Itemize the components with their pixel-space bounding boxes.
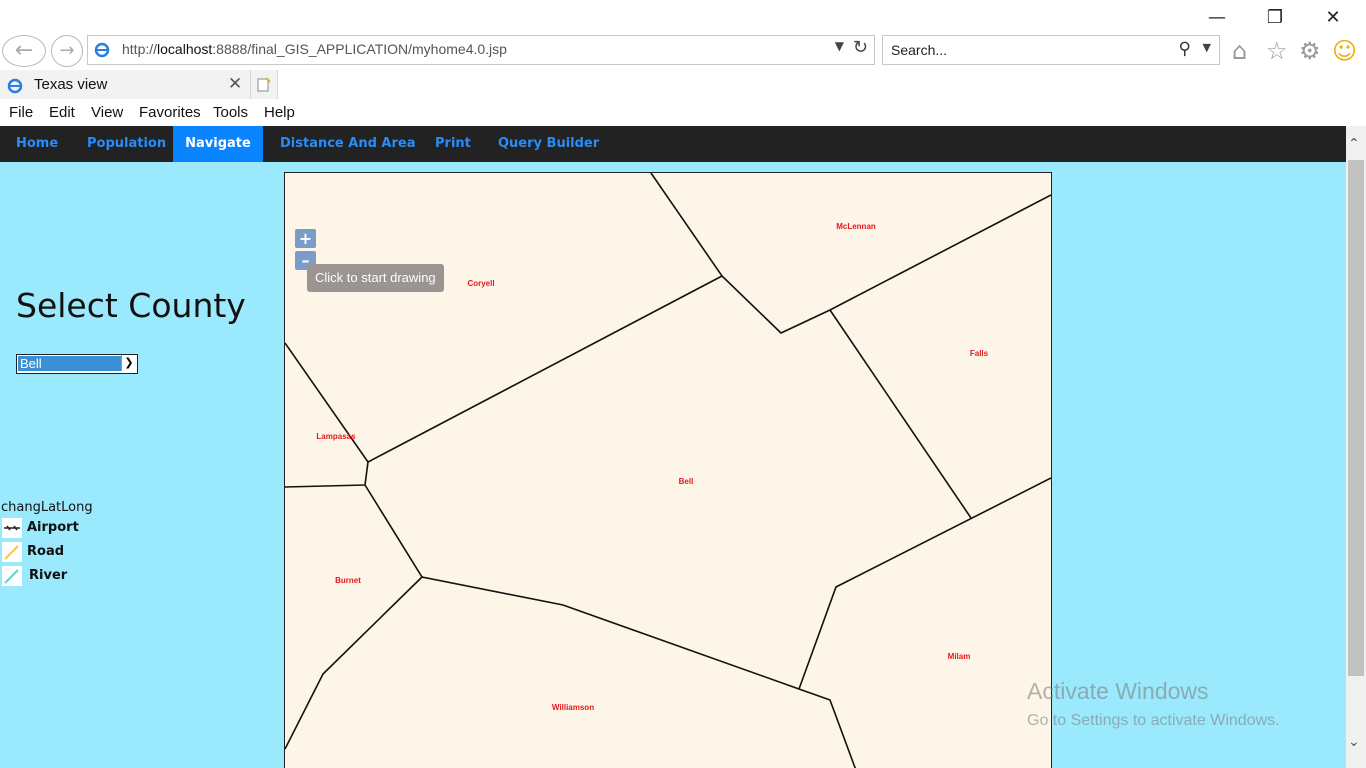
scroll-thumb[interactable] (1348, 160, 1364, 676)
ie-icon (94, 42, 110, 58)
chevron-down-icon[interactable]: ❯ (121, 355, 136, 371)
feedback-smiley-icon[interactable]: ☺ (1332, 37, 1357, 65)
menu-bar: File Edit View Favorites Tools Help (0, 99, 1366, 127)
restore-button[interactable]: ❐ (1260, 6, 1290, 30)
page-content: Home Population Navigate Distance And Ar… (0, 126, 1346, 768)
close-window-button[interactable]: ✕ (1318, 6, 1348, 30)
minimize-button[interactable]: — (1202, 6, 1232, 30)
county-label: Burnet (335, 576, 361, 585)
county-label: Milam (948, 652, 971, 661)
nav-distance-and-area[interactable]: Distance And Area (280, 126, 415, 162)
nav-print[interactable]: Print (435, 126, 471, 162)
boundary-line (285, 342, 369, 463)
menu-view[interactable]: View (91, 104, 123, 121)
road-icon (2, 542, 22, 562)
county-label: Lampasas (316, 432, 356, 441)
url-host: localhost (157, 41, 213, 57)
county-label: Falls (970, 349, 989, 358)
back-button[interactable]: ← (2, 35, 46, 67)
map-canvas[interactable]: Coryell McLennan Falls Lampasas Bell Bur… (284, 172, 1052, 768)
scroll-down-icon[interactable]: ⌄ (1348, 734, 1360, 750)
county-label: Bell (679, 477, 694, 486)
search-placeholder: Search... (891, 42, 948, 58)
scroll-up-icon[interactable]: ⌃ (1348, 136, 1360, 152)
page-scrollbar[interactable]: ⌃ ⌄ (1346, 126, 1366, 768)
legend-label-road: Road (27, 544, 65, 559)
nav-population[interactable]: Population (87, 126, 166, 162)
url-prefix: http:// (122, 41, 158, 57)
settings-gear-icon[interactable]: ⚙ (1299, 37, 1321, 65)
refresh-icon[interactable]: ↻ (853, 37, 868, 58)
activation-watermark-title: Activate Windows (1027, 678, 1209, 704)
menu-help[interactable]: Help (264, 104, 295, 121)
tab-ie-icon (7, 78, 23, 94)
county-label: McLennan (836, 222, 876, 231)
legend-label-airport: Airport (27, 520, 79, 535)
favorites-star-icon[interactable]: ☆ (1266, 37, 1288, 65)
boundary-line (650, 173, 1051, 334)
boundary-line (285, 275, 723, 488)
menu-file[interactable]: File (9, 104, 33, 121)
url-path: :8888/final_GIS_APPLICATION/myhome4.0.js… (212, 41, 507, 57)
site-navbar: Home Population Navigate Distance And Ar… (0, 126, 1346, 162)
tab-strip: Texas view ✕ (0, 68, 1366, 99)
tab-close-icon[interactable]: ✕ (228, 74, 242, 94)
county-label: Coryell (467, 279, 494, 288)
county-selected-value: Bell (18, 356, 121, 371)
boundary-line (285, 576, 423, 750)
tab-title: Texas view (34, 76, 108, 93)
nav-navigate[interactable]: Navigate (173, 126, 263, 162)
menu-favorites[interactable]: Favorites (139, 104, 201, 121)
tab-texas-view[interactable]: Texas view ✕ (0, 70, 251, 99)
draw-tooltip: Click to start drawing (307, 264, 444, 292)
url-dropdown-icon[interactable]: ▼ (835, 39, 844, 53)
search-dropdown-icon[interactable]: ▼ (1203, 41, 1211, 54)
airport-icon (2, 518, 22, 538)
search-input[interactable]: Search... ⚲ ▼ (882, 35, 1220, 65)
zoom-in-button[interactable]: + (295, 229, 316, 248)
river-icon (2, 566, 22, 586)
search-icon[interactable]: ⚲ (1179, 39, 1191, 59)
home-icon[interactable]: ⌂ (1232, 37, 1247, 65)
url-text: http://localhost:8888/final_GIS_APPLICAT… (122, 41, 507, 57)
county-label: Williamson (552, 703, 594, 712)
county-boundaries: Coryell McLennan Falls Lampasas Bell Bur… (285, 173, 1051, 768)
boundary-line (798, 477, 1051, 690)
select-county-heading: Select County (16, 286, 246, 325)
forward-button[interactable]: → (51, 35, 83, 67)
nav-home[interactable]: Home (16, 126, 58, 162)
nav-query-builder[interactable]: Query Builder (498, 126, 599, 162)
county-select[interactable]: Bell ❯ (16, 354, 138, 374)
boundary-line (364, 484, 857, 768)
legend-label-river: River (29, 568, 68, 583)
address-row: ← → http://localhost:8888/final_GIS_APPL… (0, 34, 1366, 68)
new-tab-button[interactable] (251, 70, 278, 99)
legend-title: changLatLong (1, 500, 93, 515)
activation-watermark-text: Go to Settings to activate Windows. (1027, 712, 1280, 729)
address-bar[interactable]: http://localhost:8888/final_GIS_APPLICAT… (87, 35, 875, 65)
new-tab-icon (257, 77, 271, 92)
menu-edit[interactable]: Edit (49, 104, 75, 121)
window-titlebar: — ❐ ✕ (0, 0, 1366, 34)
menu-tools[interactable]: Tools (213, 104, 248, 121)
boundary-line (829, 309, 972, 519)
